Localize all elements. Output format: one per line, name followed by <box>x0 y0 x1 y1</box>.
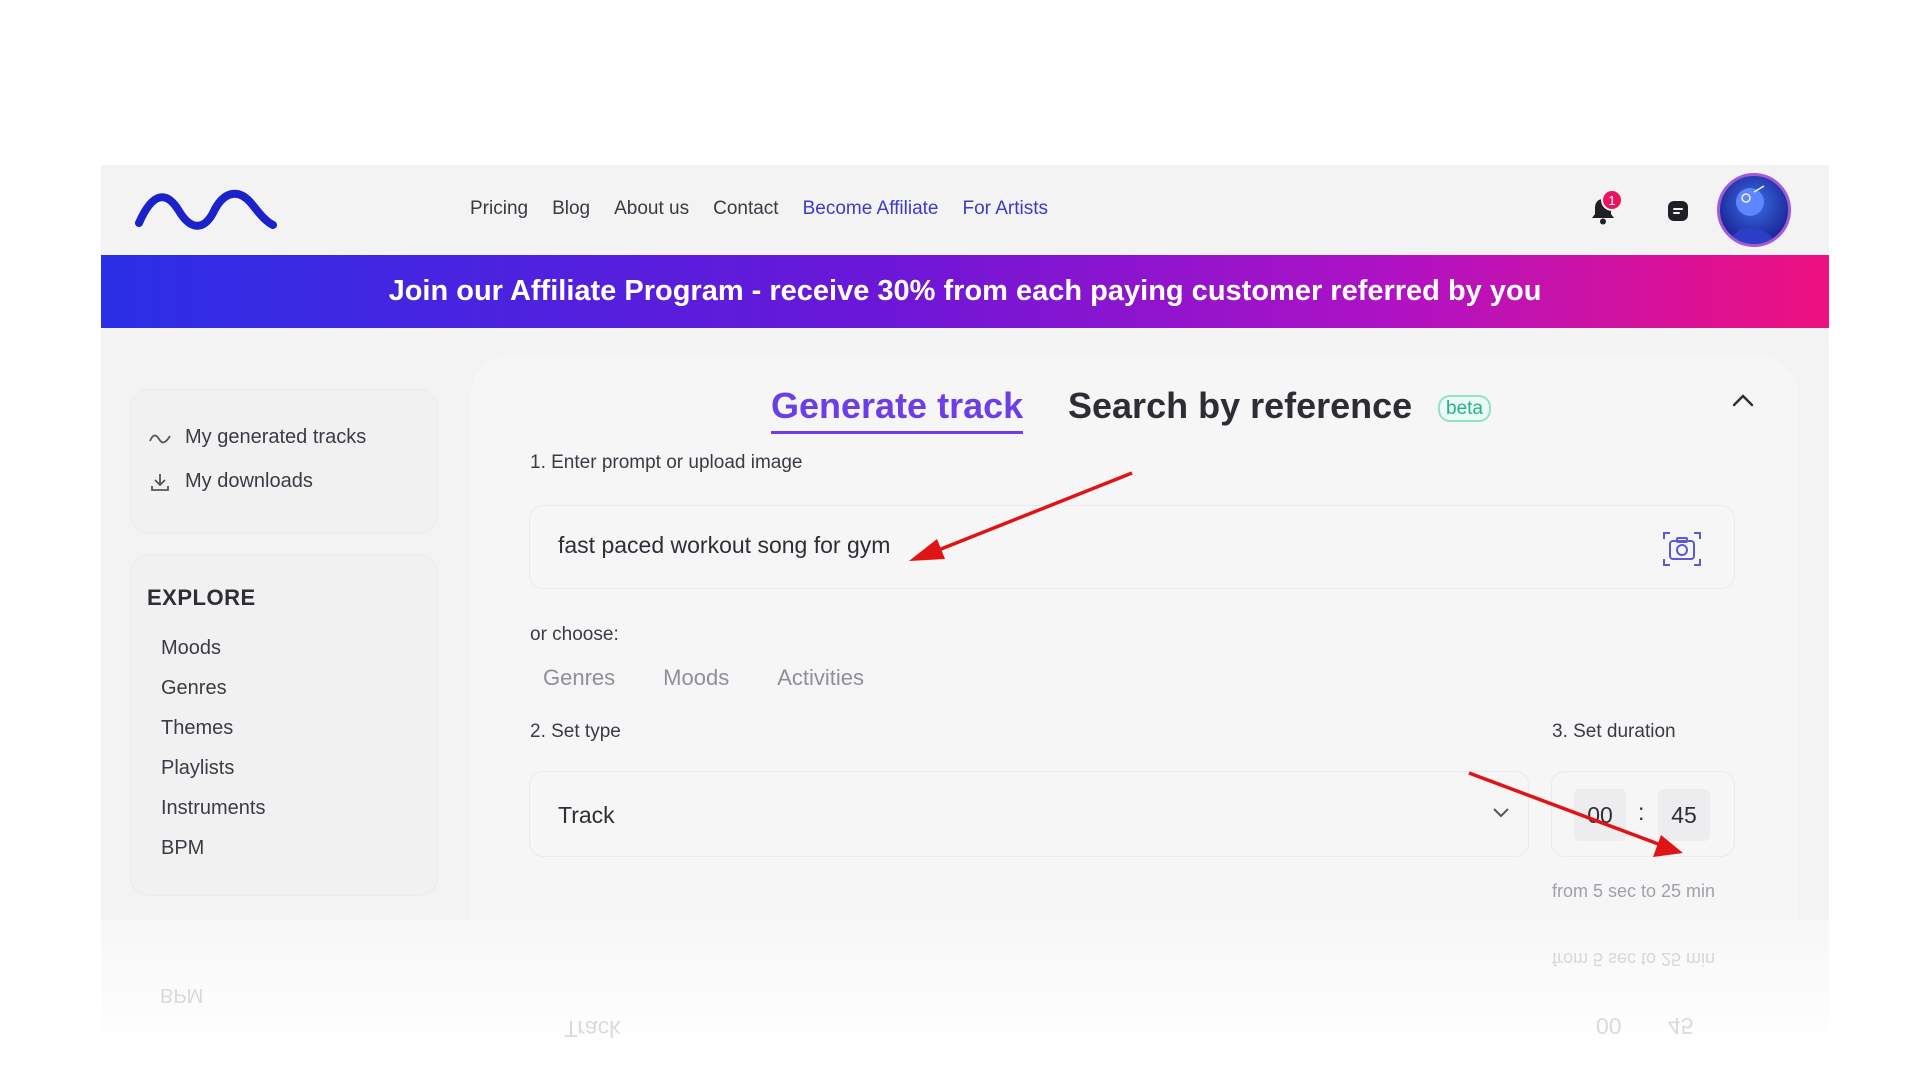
explore-item-moods[interactable]: Moods <box>161 637 265 677</box>
collapse-button[interactable] <box>1724 381 1762 419</box>
sidebar-item-my-downloads[interactable]: My downloads <box>149 470 313 493</box>
wave-logo[interactable] <box>135 189 277 231</box>
chip-genres[interactable]: Genres <box>543 665 615 691</box>
type-select-value: Track <box>558 802 615 828</box>
tab-generate-track[interactable]: Generate track <box>771 385 1024 434</box>
explore-item-instruments[interactable]: Instruments <box>161 797 265 837</box>
or-choose-label: or choose: <box>530 624 619 645</box>
explore-item-playlists[interactable]: Playlists <box>161 757 265 797</box>
explore-item-genres[interactable]: Genres <box>161 677 265 717</box>
nav-pricing[interactable]: Pricing <box>470 198 528 220</box>
step1-label: 1. Enter prompt or upload image <box>530 452 803 473</box>
affiliate-banner[interactable]: Join our Affiliate Program - receive 30%… <box>101 255 1829 328</box>
duration-seconds-field[interactable]: 45 <box>1658 789 1710 841</box>
camera-upload-icon[interactable] <box>1660 527 1704 571</box>
reflection-minutes: 00 <box>1596 1013 1622 1039</box>
avatar-image <box>1730 185 1776 244</box>
download-icon <box>151 473 169 491</box>
messages-button[interactable] <box>1654 187 1702 235</box>
reflection-hint: from 5 sec to 25 min <box>1552 949 1716 969</box>
reflection-track: Track <box>564 1016 621 1042</box>
notifications-button[interactable]: 1 <box>1579 187 1627 235</box>
mirror-reflection: BPM Track from 5 sec to 25 min 00 45 <box>101 920 1829 1080</box>
duration-minutes-field[interactable]: 00 <box>1574 789 1626 841</box>
user-avatar[interactable] <box>1717 173 1791 247</box>
duration-picker: 00 : 45 <box>1551 771 1735 857</box>
step2-label: 2. Set type <box>530 721 621 742</box>
prompt-value: fast paced workout song for gym <box>558 532 891 558</box>
explore-item-bpm[interactable]: BPM <box>161 837 265 877</box>
chat-icon <box>1668 201 1688 221</box>
app-window: Pricing Blog About us Contact Become Aff… <box>101 165 1829 925</box>
wave-icon <box>149 434 171 443</box>
nav-blog[interactable]: Blog <box>552 198 590 220</box>
chevron-up-icon <box>1732 394 1754 407</box>
nav-for-artists[interactable]: For Artists <box>963 198 1049 220</box>
generator-panel: Generate track Search by reference beta … <box>471 355 1798 925</box>
affiliate-banner-text: Join our Affiliate Program - receive 30%… <box>388 275 1542 307</box>
type-select[interactable]: Track <box>529 771 1529 857</box>
sidebar-item-label: My generated tracks <box>185 426 367 448</box>
notification-count-badge: 1 <box>1601 189 1623 211</box>
explore-card: EXPLORE Moods Genres Themes Playlists In… <box>131 555 437 895</box>
explore-title: EXPLORE <box>147 585 256 610</box>
my-library-card: My generated tracks My downloads <box>131 390 437 533</box>
tab-search-by-reference[interactable]: Search by reference <box>1068 385 1412 427</box>
chevron-down-icon <box>1493 808 1509 818</box>
nav-contact[interactable]: Contact <box>713 198 778 220</box>
sidebar-item-label: My downloads <box>185 470 313 492</box>
step3-label: 3. Set duration <box>1552 721 1676 742</box>
prompt-input[interactable]: fast paced workout song for gym <box>529 505 1735 589</box>
reflection-bpm: BPM <box>160 984 204 1006</box>
chip-moods[interactable]: Moods <box>663 665 729 691</box>
top-header: Pricing Blog About us Contact Become Aff… <box>101 165 1829 255</box>
duration-separator: : <box>1638 799 1645 825</box>
explore-list: Moods Genres Themes Playlists Instrument… <box>161 637 265 877</box>
beta-badge: beta <box>1438 395 1491 422</box>
nav-become-affiliate[interactable]: Become Affiliate <box>803 198 939 220</box>
category-chips: Genres Moods Activities <box>543 665 864 691</box>
duration-hint: from 5 sec to 25 min <box>1552 881 1716 901</box>
main-nav: Pricing Blog About us Contact Become Aff… <box>470 198 1048 220</box>
chip-activities[interactable]: Activities <box>777 665 864 691</box>
nav-about-us[interactable]: About us <box>614 198 689 220</box>
explore-item-themes[interactable]: Themes <box>161 717 265 757</box>
reflection-seconds: 45 <box>1668 1013 1694 1039</box>
sidebar-item-my-generated-tracks[interactable]: My generated tracks <box>149 426 366 449</box>
